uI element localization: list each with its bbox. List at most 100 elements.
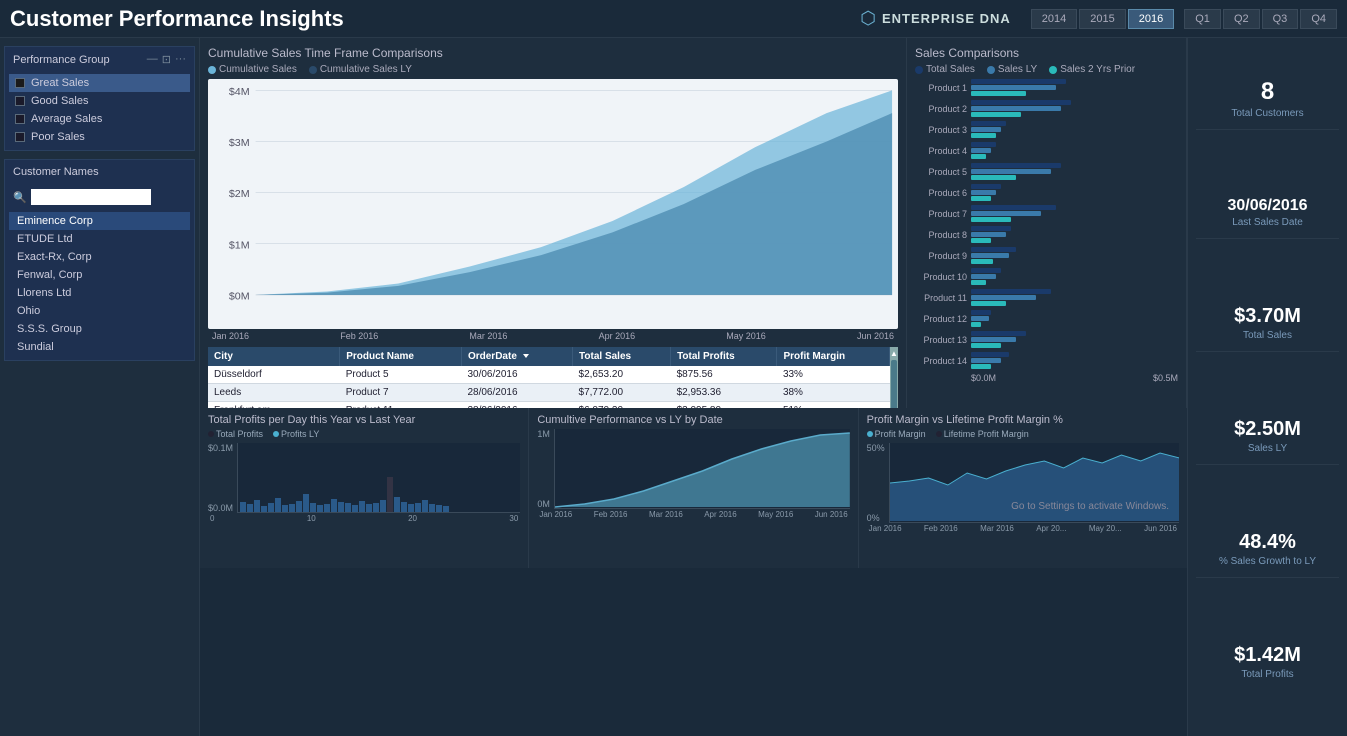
- bar-row-6: Product 7: [915, 205, 1178, 222]
- profits-day-legend: Total Profits Profits LY: [208, 429, 520, 439]
- profit-bar-15: [345, 503, 351, 512]
- bar-group-9: [971, 268, 1178, 285]
- table-cell-1-2: 28/06/2016: [461, 384, 572, 402]
- svg-text:$4M: $4M: [229, 87, 250, 98]
- bar-1-1: [971, 106, 1061, 111]
- quarter-filter: Q1Q2Q3Q4: [1184, 9, 1337, 29]
- bottom-section: Total Profits per Day this Year vs Last …: [200, 408, 1187, 568]
- profit-bar-2: [254, 500, 260, 512]
- profit-bar-18: [366, 504, 372, 512]
- bar-0-1: [971, 85, 1056, 90]
- bar-4-2: [971, 175, 1016, 180]
- kpi-sales-growth-value: 48.4%: [1196, 530, 1339, 554]
- bar-group-4: [971, 163, 1178, 180]
- customer-search-input[interactable]: [31, 189, 151, 205]
- bar-3-1: [971, 148, 991, 153]
- cumperf-svg: [555, 429, 850, 509]
- legend-label-2: Cumulative Sales LY: [320, 64, 412, 75]
- profit-bar-23: [401, 502, 407, 512]
- bar-label-7: Product 8: [915, 230, 967, 240]
- bar-1-0: [971, 100, 1071, 105]
- perf-item-3[interactable]: Poor Sales: [9, 128, 190, 146]
- profits-day-title: Total Profits per Day this Year vs Last …: [208, 414, 520, 426]
- bar-group-12: [971, 331, 1178, 348]
- profits-per-day-chart: Total Profits per Day this Year vs Last …: [200, 408, 529, 568]
- minimize-icon[interactable]: —: [147, 53, 158, 66]
- sales-comparison-title: Sales Comparisons: [915, 46, 1178, 60]
- bar-x-labels: $0.0M $0.5M: [971, 373, 1178, 383]
- perf-label-3: Poor Sales: [31, 131, 85, 143]
- bar-row-5: Product 6: [915, 184, 1178, 201]
- bar-1-2: [971, 112, 1021, 117]
- customer-item-1[interactable]: ETUDE Ltd: [9, 230, 190, 248]
- search-row: 🔍: [9, 186, 190, 208]
- bar-9-1: [971, 274, 996, 279]
- profits-x-labels: 0 10 20 30: [208, 513, 520, 524]
- y-axis-cumperf: 1M 0M: [537, 429, 552, 509]
- bar-12-1: [971, 337, 1016, 342]
- legend-dot-total: [915, 66, 923, 74]
- profit-bar-12: [324, 504, 330, 512]
- table-row: DüsseldorfProduct 530/06/2016$2,653.20$8…: [208, 366, 890, 384]
- customer-item-2[interactable]: Exact-Rx, Corp: [9, 248, 190, 266]
- bar-group-11: [971, 310, 1178, 327]
- year-button-2014[interactable]: 2014: [1031, 9, 1077, 29]
- bar-4-1: [971, 169, 1051, 174]
- table-cell-1-5: 38%: [777, 384, 890, 402]
- perf-item-2[interactable]: Average Sales: [9, 110, 190, 128]
- customer-item-4[interactable]: Llorens Ltd: [9, 284, 190, 302]
- profit-bar-20: [380, 500, 386, 512]
- bar-row-7: Product 8: [915, 226, 1178, 243]
- center-right: Cumulative Sales Time Frame Comparisons …: [200, 38, 1347, 736]
- bar-group-0: [971, 79, 1178, 96]
- customer-item-3[interactable]: Fenwal, Corp: [9, 266, 190, 284]
- bar-chart-rows: Product 1Product 2Product 3Product 4Prod…: [915, 79, 1178, 369]
- bar-label-0: Product 1: [915, 83, 967, 93]
- customer-item-0[interactable]: Eminence Corp: [9, 212, 190, 230]
- profit-bar-25: [415, 503, 421, 512]
- more-icon[interactable]: ···: [175, 53, 186, 66]
- profit-bar-0: [240, 502, 246, 512]
- year-button-2015[interactable]: 2015: [1079, 9, 1125, 29]
- y-axis: $0.1M $0.0M: [208, 443, 235, 513]
- sales-comparison-panel: Sales Comparisons Total Sales Sales LY: [907, 38, 1187, 408]
- profit-bar-21: [387, 477, 393, 512]
- profit-bar-4: [268, 503, 274, 512]
- bar-row-0: Product 1: [915, 79, 1178, 96]
- sales-comparison-legend: Total Sales Sales LY Sales 2 Yrs Prior: [915, 64, 1178, 75]
- bar-7-2: [971, 238, 991, 243]
- kpi-last-sales-date: 30/06/2016 Last Sales Date: [1196, 196, 1339, 239]
- perf-checkbox-2: [15, 114, 25, 124]
- perf-label-1: Good Sales: [31, 95, 88, 107]
- perf-item-0[interactable]: Great Sales: [9, 74, 190, 92]
- legend-lifetime-profit: Lifetime Profit Margin: [936, 429, 1029, 439]
- kpi-sales-ly-value: $2.50M: [1196, 417, 1339, 441]
- customer-item-7[interactable]: Sundial: [9, 338, 190, 356]
- svg-text:$3M: $3M: [229, 138, 250, 149]
- perf-item-1[interactable]: Good Sales: [9, 92, 190, 110]
- quarter-button-Q1[interactable]: Q1: [1184, 9, 1221, 29]
- customer-item-5[interactable]: Ohio: [9, 302, 190, 320]
- legend-profits-ly: Profits LY: [273, 429, 319, 439]
- header: Customer Performance Insights ⬡ ENTERPRI…: [0, 0, 1347, 38]
- expand-icon[interactable]: ⊡: [162, 53, 171, 66]
- bar-3-0: [971, 142, 996, 147]
- bar-row-10: Product 11: [915, 289, 1178, 306]
- customer-item-6[interactable]: S.S.S. Group: [9, 320, 190, 338]
- quarter-button-Q2[interactable]: Q2: [1223, 9, 1260, 29]
- quarter-button-Q4[interactable]: Q4: [1300, 9, 1337, 29]
- scroll-up[interactable]: ▲: [890, 349, 898, 358]
- perf-group-title: Performance Group: [13, 54, 110, 66]
- legend-dot-2yr: [1049, 66, 1057, 74]
- bar-label-9: Product 10: [915, 272, 967, 282]
- bar-group-13: [971, 352, 1178, 369]
- bar-8-1: [971, 253, 1009, 258]
- kpi-sales-ly-label: Sales LY: [1196, 443, 1339, 454]
- legend-label-ly: Sales LY: [998, 64, 1037, 75]
- year-button-2016[interactable]: 2016: [1128, 9, 1174, 29]
- kpi-sales-growth: 48.4% % Sales Growth to LY: [1196, 530, 1339, 578]
- quarter-button-Q3[interactable]: Q3: [1262, 9, 1299, 29]
- kpi-total-sales-label: Total Sales: [1196, 330, 1339, 341]
- bar-group-3: [971, 142, 1178, 159]
- col-total-sales: Total Sales: [573, 347, 671, 366]
